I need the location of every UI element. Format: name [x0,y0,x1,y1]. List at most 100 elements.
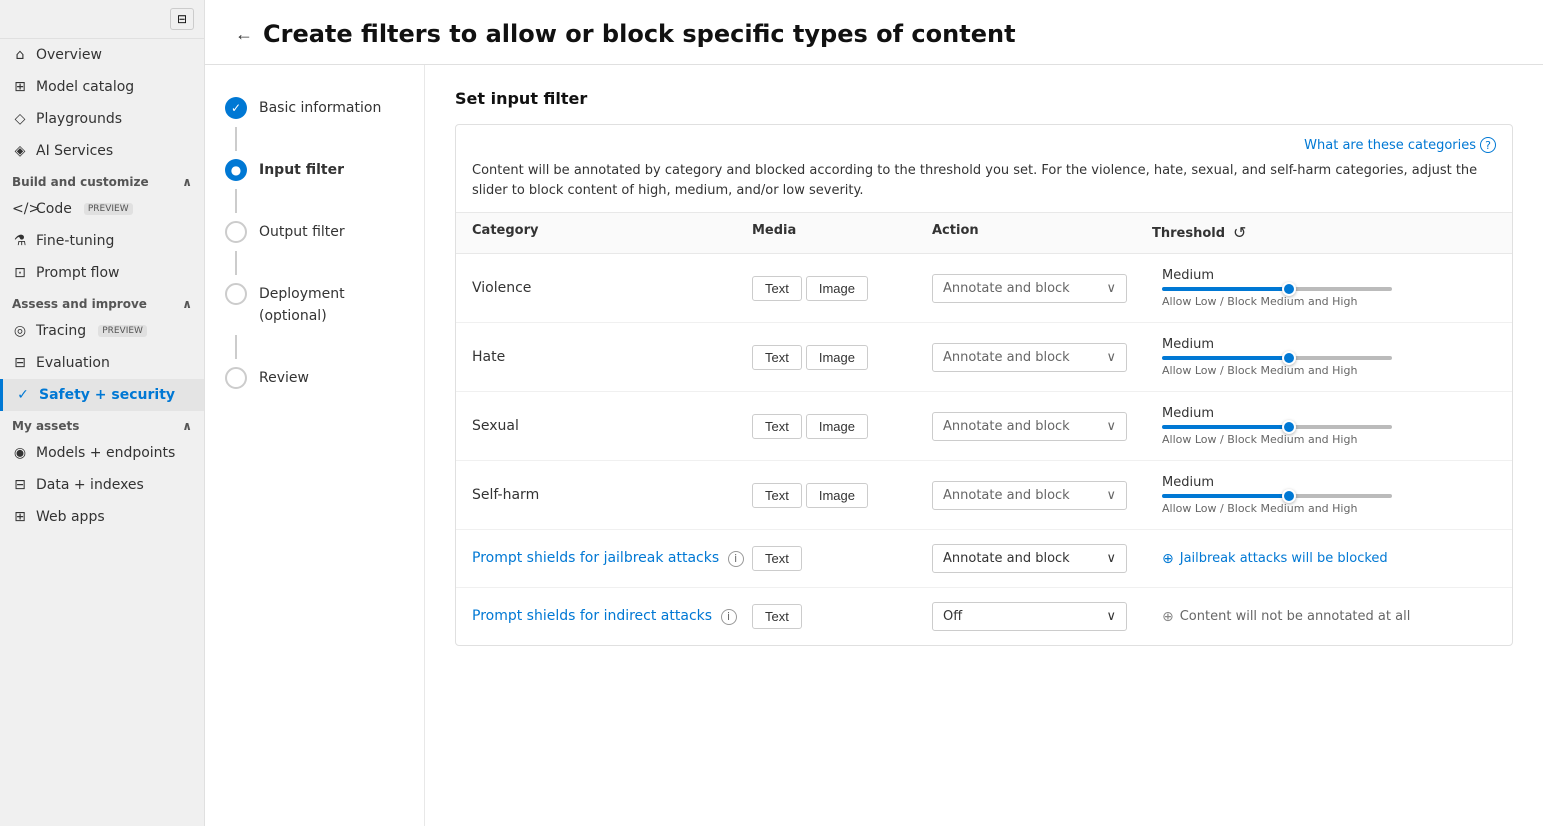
media-buttons-indirect: Text [752,604,932,629]
media-buttons-self-harm: Text Image [752,483,932,508]
media-image-hate[interactable]: Image [806,345,868,370]
assess-improve-section[interactable]: Assess and improve ∧ [0,289,204,315]
sidebar-item-label: Playgrounds [36,111,122,127]
sidebar-item-fine-tuning[interactable]: ⚗ Fine-tuning [0,225,204,257]
threshold-hate: Medium Allow Low / Block Medium and High [1152,337,1496,377]
media-image-sexual[interactable]: Image [806,414,868,439]
step-indicator-basic-info: ✓ [225,97,247,119]
media-text-sexual[interactable]: Text [752,414,802,439]
step-connector [235,127,237,151]
sidebar-item-models-endpoints[interactable]: ◉ Models + endpoints [0,437,204,469]
step-label-output-filter: Output filter [259,221,345,243]
sidebar-item-label: Overview [36,47,102,63]
sidebar-item-label: AI Services [36,143,113,159]
step-indicator-output-filter [225,221,247,243]
sidebar-item-data-indexes[interactable]: ⊟ Data + indexes [0,469,204,501]
dropdown-chevron-icon: ∨ [1106,419,1116,434]
sidebar-item-web-apps[interactable]: ⊞ Web apps [0,501,204,533]
table-row: Sexual Text Image Annotate and block ∨ M… [456,392,1512,461]
media-text-violence[interactable]: Text [752,276,802,301]
sidebar-item-playgrounds[interactable]: ◇ Playgrounds [0,103,204,135]
step-connector [235,251,237,275]
info-circle-icon: ? [1480,137,1496,153]
media-image-violence[interactable]: Image [806,276,868,301]
media-image-self-harm[interactable]: Image [806,483,868,508]
media-text-jailbreak[interactable]: Text [752,546,802,571]
info-icon-indirect[interactable]: i [721,609,737,625]
action-dropdown-violence[interactable]: Annotate and block ∨ [932,274,1127,303]
threshold-slider-sexual[interactable] [1162,425,1392,429]
category-prompt-shields-indirect: Prompt shields for indirect attacks i [472,608,752,625]
off-shield-icon: ⊕ [1162,609,1174,625]
action-dropdown-indirect[interactable]: Off ∨ [932,602,1127,631]
step-connector [235,189,237,213]
wizard-step-review[interactable]: Review [225,359,404,397]
action-dropdown-self-harm[interactable]: Annotate and block ∨ [932,481,1127,510]
wizard-step-deployment[interactable]: Deployment (optional) [225,275,404,335]
main-content: ← Create filters to allow or block speci… [205,0,1543,826]
preview-badge: PREVIEW [98,325,147,337]
page-header: ← Create filters to allow or block speci… [205,0,1543,65]
shield-info-jailbreak: ⊕ Jailbreak attacks will be blocked [1152,551,1496,567]
info-icon-jailbreak[interactable]: i [728,551,744,567]
what-categories-link[interactable]: What are these categories ? [1304,137,1496,153]
col-action: Action [932,223,1152,243]
safety-security-icon: ✓ [15,387,31,403]
step-indicator-deployment [225,283,247,305]
preview-badge: PREVIEW [84,203,133,215]
wizard-step-output-filter[interactable]: Output filter [225,213,404,251]
sidebar-item-ai-services[interactable]: ◈ AI Services [0,135,204,167]
web-apps-icon: ⊞ [12,509,28,525]
media-text-hate[interactable]: Text [752,345,802,370]
tracing-icon: ◎ [12,323,28,339]
action-dropdown-sexual[interactable]: Annotate and block ∨ [932,412,1127,441]
table-row: Self-harm Text Image Annotate and block … [456,461,1512,530]
playgrounds-icon: ◇ [12,111,28,127]
table-row: Prompt shields for indirect attacks i Te… [456,588,1512,645]
build-customize-label: Build and customize [12,175,149,189]
sidebar-item-tracing[interactable]: ◎ Tracing PREVIEW [0,315,204,347]
sidebar-item-label: Data + indexes [36,477,144,493]
filter-description: Content will be annotated by category an… [456,161,1512,213]
evaluation-icon: ⊟ [12,355,28,371]
sidebar-item-label: Evaluation [36,355,110,371]
media-text-self-harm[interactable]: Text [752,483,802,508]
action-dropdown-jailbreak[interactable]: Annotate and block ∨ [932,544,1127,573]
threshold-slider-violence[interactable] [1162,287,1392,291]
threshold-violence: Medium Allow Low / Block Medium and High [1152,268,1496,308]
sidebar-item-label: Fine-tuning [36,233,114,249]
sidebar-item-label: Model catalog [36,79,134,95]
step-label-input-filter: Input filter [259,159,344,181]
table-header: Category Media Action Threshold ↺ [456,213,1512,254]
sidebar-item-evaluation[interactable]: ⊟ Evaluation [0,347,204,379]
sidebar-item-safety-security[interactable]: ✓ Safety + security [0,379,204,411]
my-assets-label: My assets [12,419,79,433]
sidebar-item-code[interactable]: </> Code PREVIEW [0,193,204,225]
my-assets-section[interactable]: My assets ∧ [0,411,204,437]
expand-icon: ∧ [182,175,192,189]
threshold-slider-self-harm[interactable] [1162,494,1392,498]
sidebar-item-model-catalog[interactable]: ⊞ Model catalog [0,71,204,103]
threshold-sexual: Medium Allow Low / Block Medium and High [1152,406,1496,446]
build-customize-section[interactable]: Build and customize ∧ [0,167,204,193]
reset-button[interactable]: ↺ [1233,223,1246,243]
step-label-basic-info: Basic information [259,97,381,119]
dropdown-chevron-icon: ∨ [1106,350,1116,365]
model-catalog-icon: ⊞ [12,79,28,95]
wizard-steps: ✓ Basic information ● Input filter Outpu… [205,65,425,826]
shield-icon: ⊕ [1162,551,1174,567]
threshold-slider-hate[interactable] [1162,356,1392,360]
back-button[interactable]: ← [235,24,253,45]
sidebar-item-overview[interactable]: ⌂ Overview [0,39,204,71]
threshold-self-harm: Medium Allow Low / Block Medium and High [1152,475,1496,515]
sidebar-toggle-button[interactable]: ⊟ [170,8,194,30]
sidebar-item-prompt-flow[interactable]: ⊡ Prompt flow [0,257,204,289]
media-text-indirect[interactable]: Text [752,604,802,629]
sidebar-item-label: Web apps [36,509,105,525]
expand-icon: ∧ [182,419,192,433]
page-title: Create filters to allow or block specifi… [263,20,1016,48]
wizard-step-basic-info[interactable]: ✓ Basic information [225,89,404,127]
dropdown-chevron-icon: ∨ [1106,609,1116,624]
wizard-step-input-filter[interactable]: ● Input filter [225,151,404,189]
action-dropdown-hate[interactable]: Annotate and block ∨ [932,343,1127,372]
